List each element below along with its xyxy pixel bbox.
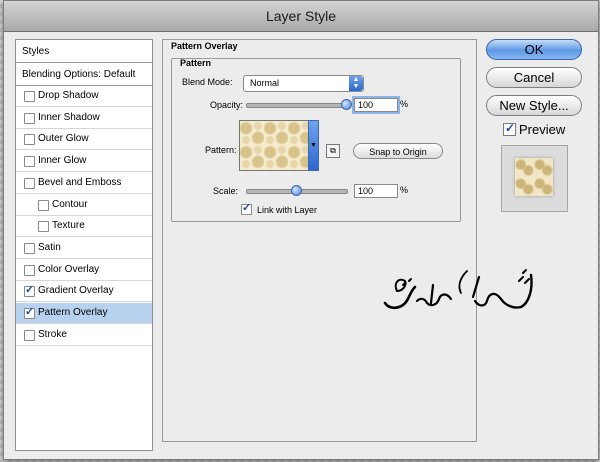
sidebar-item-pattern-overlay[interactable]: Pattern Overlay [16,303,152,324]
sidebar-checkbox[interactable] [24,283,35,298]
sidebar-item-label: Satin [38,241,61,253]
sidebar-item-inner-glow[interactable]: Inner Glow [16,151,152,173]
preview-swatch [515,158,553,196]
sidebar-item-label: Stroke [38,328,67,340]
scale-slider-knob[interactable] [291,185,302,196]
opacity-label: Opacity: [210,100,244,110]
link-with-layer-label: Link with Layer [257,205,318,215]
opacity-slider-knob[interactable] [341,99,352,110]
select-arrows-icon: ▲ ▼ [349,76,363,91]
sidebar-item-label: Outer Glow [38,133,89,145]
preview-label: Preview [519,122,566,137]
style-preview [501,145,568,212]
preview-checkbox[interactable] [503,121,516,136]
snap-to-origin-button[interactable]: Snap to Origin [353,143,443,159]
sidebar-item-label: Inner Shadow [38,111,100,123]
opacity-slider[interactable] [246,103,348,108]
sidebar-checkbox[interactable] [24,177,35,189]
sidebar-checkbox[interactable] [24,329,35,341]
sidebar-checkbox[interactable] [38,199,49,211]
scale-input[interactable]: 100 [354,184,398,198]
sidebar-checkbox[interactable] [24,156,35,168]
ok-button[interactable]: OK [486,39,582,60]
blend-mode-label: Blend Mode: [182,77,233,87]
scale-percent: % [400,185,409,195]
sidebar-item-label: Gradient Overlay [38,285,114,297]
title-bar[interactable]: Layer Style [4,1,598,32]
sidebar-item-bevel-and-emboss[interactable]: Bevel and Emboss [16,173,152,194]
sidebar-item-label: Drop Shadow [38,90,99,101]
sidebar-item-label: Contour [52,198,88,210]
scale-label: Scale: [213,186,239,196]
pattern-label: Pattern: [205,145,237,155]
sidebar-item-color-overlay[interactable]: Color Overlay [16,260,152,281]
sidebar-checkbox[interactable] [24,264,35,276]
sidebar-item-label: Color Overlay [38,263,100,275]
sidebar-checkbox[interactable] [24,242,35,254]
sidebar-checkbox[interactable] [24,91,35,102]
opacity-input[interactable]: 100 [352,96,400,114]
link-with-layer-checkbox[interactable] [241,201,252,215]
calligraphy-watermark [383,269,533,310]
new-style-button[interactable]: New Style... [486,95,582,116]
sidebar-checkbox[interactable] [38,221,49,233]
styles-header-label: Styles [22,46,50,57]
styles-header[interactable]: Styles [16,40,152,63]
sidebar-checkbox[interactable] [24,112,35,124]
blending-options-label: Blending Options: Default [22,69,136,80]
sidebar-item-satin[interactable]: Satin [16,238,152,259]
sidebar-item-label: Texture [52,220,85,232]
sidebar-item-stroke[interactable]: Stroke [16,325,152,346]
blend-mode-value: Normal [250,78,280,88]
sidebar-item-contour[interactable]: Contour [16,195,152,216]
pattern-overlay-panel: Pattern Overlay Pattern Blend Mode: Norm… [162,39,477,442]
blending-options-item[interactable]: Blending Options: Default [16,63,152,86]
sidebar-item-gradient-overlay[interactable]: Gradient Overlay [16,281,152,303]
pattern-swatch[interactable] [239,120,310,171]
blend-mode-select[interactable]: Normal ▲ ▼ [243,75,364,92]
subgroup-title: Pattern [180,58,212,68]
pattern-dropdown-icon[interactable]: ▼ [308,120,319,171]
opacity-percent: % [400,99,409,109]
group-title: Pattern Overlay [171,41,238,51]
dialog-title: Layer Style [265,8,337,24]
sidebar-item-inner-shadow[interactable]: Inner Shadow [16,108,152,129]
new-preset-icon[interactable]: ⧉ [326,144,340,158]
cancel-button[interactable]: Cancel [486,67,582,88]
layer-style-dialog: Layer Style Styles Blending Options: Def… [3,0,599,460]
sidebar-item-label: Inner Glow [38,155,87,167]
sidebar-item-texture[interactable]: Texture [16,216,152,238]
sidebar-item-label: Bevel and Emboss [38,176,122,188]
sidebar-item-outer-glow[interactable]: Outer Glow [16,129,152,151]
sidebar-item-label: Pattern Overlay [38,307,108,318]
styles-list: Styles Blending Options: Default Drop Sh… [15,39,153,451]
pattern-group: Pattern Blend Mode: Normal ▲ ▼ Opacity: 1… [171,58,461,222]
sidebar-checkbox[interactable] [24,305,35,319]
sidebar-item-drop-shadow[interactable]: Drop Shadow [16,86,152,107]
sidebar-checkbox[interactable] [24,134,35,146]
